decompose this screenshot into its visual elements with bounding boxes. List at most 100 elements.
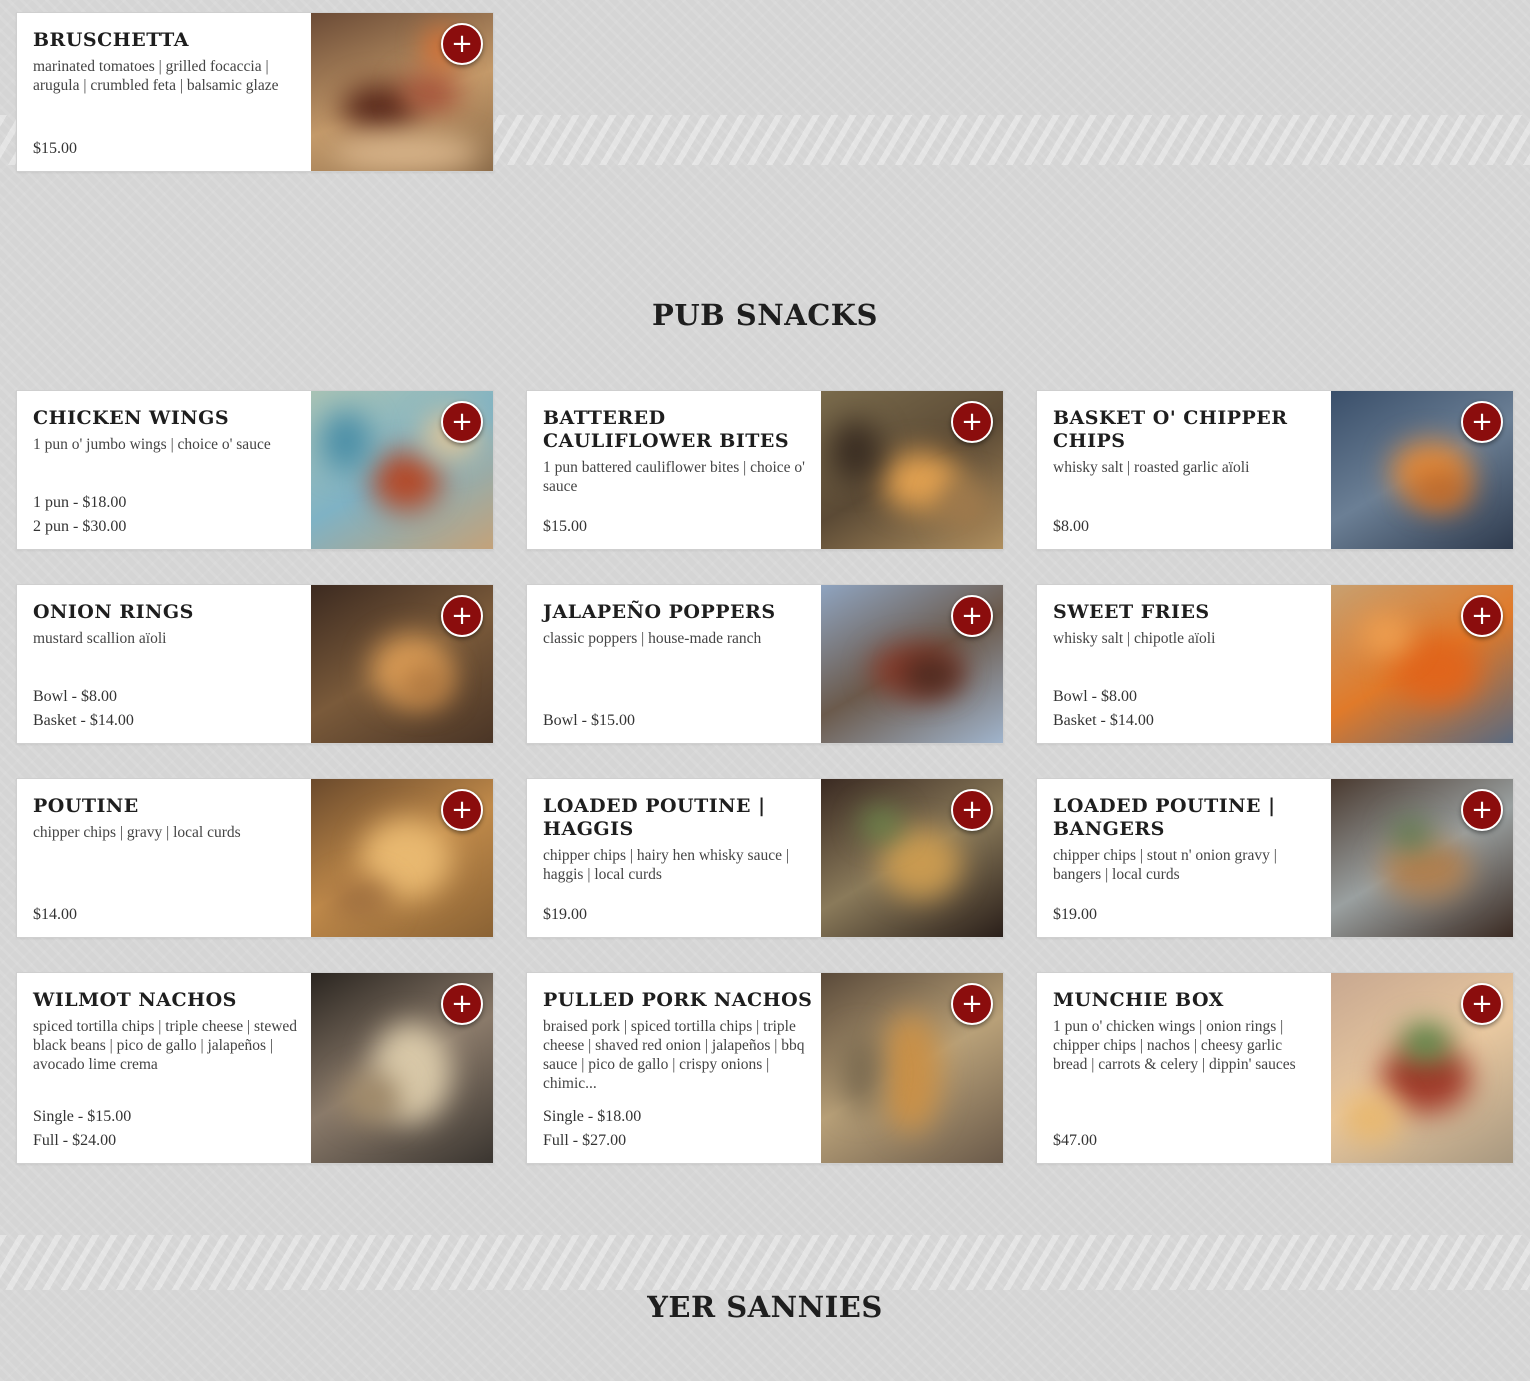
add-to-order-button[interactable]: + (1461, 595, 1503, 637)
menu-item-body: JALAPEÑO POPPERS classic poppers | house-… (527, 585, 823, 743)
menu-item-prices: Bowl - $8.00 Basket - $14.00 (1053, 685, 1154, 733)
photo-blur-shape (341, 1073, 401, 1123)
menu-item-body: MUNCHIE BOX 1 pun o' chicken wings | onio… (1037, 973, 1333, 1163)
plus-icon: + (1471, 407, 1493, 437)
section-heading-pub-snacks: PUB SNACKS (652, 298, 878, 332)
add-to-order-button[interactable]: + (441, 983, 483, 1025)
menu-item-card[interactable]: BATTERED CAULIFLOWER BITES 1 pun battered… (526, 390, 1004, 550)
add-to-order-button[interactable]: + (441, 595, 483, 637)
menu-item-prices: 1 pun - $18.00 2 pun - $30.00 (33, 491, 126, 539)
menu-item-body: POUTINE chipper chips | gravy | local cur… (17, 779, 313, 937)
menu-item-title: LOADED POUTINE | BANGERS (1053, 795, 1276, 840)
menu-item-price: $8.00 (1053, 518, 1089, 535)
menu-item-price: $19.00 (1053, 906, 1097, 923)
photo-blur-shape (881, 829, 961, 899)
menu-item-description: braised pork | spiced tortilla chips | t… (543, 1018, 805, 1092)
menu-item-description: whisky salt | chipotle aïoli (1053, 630, 1216, 647)
photo-blur-shape (1361, 615, 1411, 655)
plus-icon: + (961, 407, 983, 437)
section-heading-yer-sannies: YER SANNIES (647, 1290, 883, 1324)
add-to-order-button[interactable]: + (1461, 401, 1503, 443)
menu-item-card[interactable]: LOADED POUTINE | BANGERS chipper chips | … (1036, 778, 1514, 938)
add-to-order-button[interactable]: + (951, 595, 993, 637)
menu-item-title: LOADED POUTINE | HAGGIS (543, 795, 766, 840)
add-to-order-button[interactable]: + (441, 23, 483, 65)
menu-item-title: POUTINE (33, 795, 139, 817)
menu-item-price: Basket - $14.00 (1053, 712, 1154, 729)
menu-item-photo: + (311, 391, 493, 549)
photo-blur-shape (1341, 1093, 1401, 1143)
menu-item-photo: + (1331, 585, 1513, 743)
menu-item-prices: $14.00 (33, 903, 77, 927)
photo-blur-shape (881, 1013, 941, 1133)
menu-item-photo: + (311, 779, 493, 937)
menu-item-prices: $8.00 (1053, 515, 1089, 539)
photo-blur-shape (1381, 839, 1471, 899)
menu-item-description: 1 pun battered cauliflower bites | choic… (543, 459, 805, 495)
menu-item-photo: + (821, 391, 1003, 549)
add-to-order-button[interactable]: + (441, 789, 483, 831)
plus-icon: + (451, 989, 473, 1019)
menu-item-body: PULLED PORK NACHOS braised pork | spiced … (527, 973, 823, 1163)
photo-blur-shape (401, 73, 461, 113)
menu-item-title: BASKET O' CHIPPER CHIPS (1053, 407, 1288, 452)
add-to-order-button[interactable]: + (1461, 983, 1503, 1025)
menu-item-card[interactable]: BRUSCHETTA marinated tomatoes | grilled f… (16, 12, 494, 172)
photo-blur-shape (371, 451, 441, 511)
add-to-order-button[interactable]: + (951, 401, 993, 443)
add-to-order-button[interactable]: + (951, 983, 993, 1025)
menu-item-body: LOADED POUTINE | BANGERS chipper chips | … (1037, 779, 1333, 937)
menu-item-title: BATTERED CAULIFLOWER BITES (543, 407, 790, 452)
menu-item-prices: Single - $18.00 Full - $27.00 (543, 1105, 641, 1153)
menu-item-body: SWEET FRIES whisky salt | chipotle aïoli B… (1037, 585, 1333, 743)
photo-blur-shape (841, 1033, 881, 1113)
photo-blur-shape (1401, 1023, 1451, 1063)
menu-item-title: ONION RINGS (33, 601, 194, 623)
menu-item-price: Full - $24.00 (33, 1132, 117, 1149)
menu-item-card[interactable]: JALAPEÑO POPPERS classic poppers | house-… (526, 584, 1004, 744)
menu-item-description: classic poppers | house-made ranch (543, 630, 762, 647)
menu-item-description: chipper chips | gravy | local curds (33, 824, 241, 841)
menu-item-body: CHICKEN WINGS 1 pun o' jumbo wings | choi… (17, 391, 313, 549)
menu-item-price: 2 pun - $30.00 (33, 518, 127, 535)
photo-blur-shape (861, 809, 901, 839)
menu-item-card[interactable]: POUTINE chipper chips | gravy | local cur… (16, 778, 494, 938)
menu-item-card[interactable]: WILMOT NACHOS spiced tortilla chips | tri… (16, 972, 494, 1164)
menu-item-card[interactable]: MUNCHIE BOX 1 pun o' chicken wings | onio… (1036, 972, 1514, 1164)
menu-item-title: JALAPEÑO POPPERS (543, 601, 776, 623)
menu-item-price: Bowl - $8.00 (33, 688, 117, 705)
menu-item-card[interactable]: BASKET O' CHIPPER CHIPS whisky salt | roa… (1036, 390, 1514, 550)
menu-item-photo: + (821, 585, 1003, 743)
menu-item-price: Bowl - $15.00 (543, 712, 635, 729)
add-to-order-button[interactable]: + (951, 789, 993, 831)
tartan-band (0, 1235, 1530, 1290)
menu-item-description: mustard scallion aïoli (33, 630, 167, 647)
plus-icon: + (961, 795, 983, 825)
menu-item-card[interactable]: ONION RINGS mustard scallion aïoli Bowl - … (16, 584, 494, 744)
menu-item-price: 1 pun - $18.00 (33, 494, 127, 511)
menu-item-photo: + (821, 779, 1003, 937)
menu-item-title: MUNCHIE BOX (1053, 989, 1224, 1011)
menu-item-photo: + (311, 973, 493, 1163)
photo-blur-shape (321, 411, 371, 471)
menu-item-card[interactable]: PULLED PORK NACHOS braised pork | spiced … (526, 972, 1004, 1164)
menu-item-body: BRUSCHETTA marinated tomatoes | grilled f… (17, 13, 313, 171)
menu-item-description: 1 pun o' jumbo wings | choice o' sauce (33, 436, 271, 453)
photo-blur-shape (331, 879, 391, 919)
menu-item-prices: Single - $15.00 Full - $24.00 (33, 1105, 131, 1153)
menu-item-card[interactable]: LOADED POUTINE | HAGGIS chipper chips | h… (526, 778, 1004, 938)
menu-item-body: LOADED POUTINE | HAGGIS chipper chips | h… (527, 779, 823, 937)
add-to-order-button[interactable]: + (1461, 789, 1503, 831)
menu-item-price: $47.00 (1053, 1132, 1097, 1149)
menu-item-price: Single - $18.00 (543, 1108, 642, 1125)
plus-icon: + (1471, 601, 1493, 631)
menu-item-price: Bowl - $8.00 (1053, 688, 1137, 705)
menu-item-card[interactable]: SWEET FRIES whisky salt | chipotle aïoli B… (1036, 584, 1514, 744)
menu-item-card[interactable]: CHICKEN WINGS 1 pun o' jumbo wings | choi… (16, 390, 494, 550)
menu-item-photo: + (311, 13, 493, 171)
menu-item-description: 1 pun o' chicken wings | onion rings | c… (1053, 1018, 1296, 1073)
add-to-order-button[interactable]: + (441, 401, 483, 443)
menu-item-price: $15.00 (543, 518, 587, 535)
plus-icon: + (961, 601, 983, 631)
menu-item-price: $15.00 (33, 140, 77, 157)
